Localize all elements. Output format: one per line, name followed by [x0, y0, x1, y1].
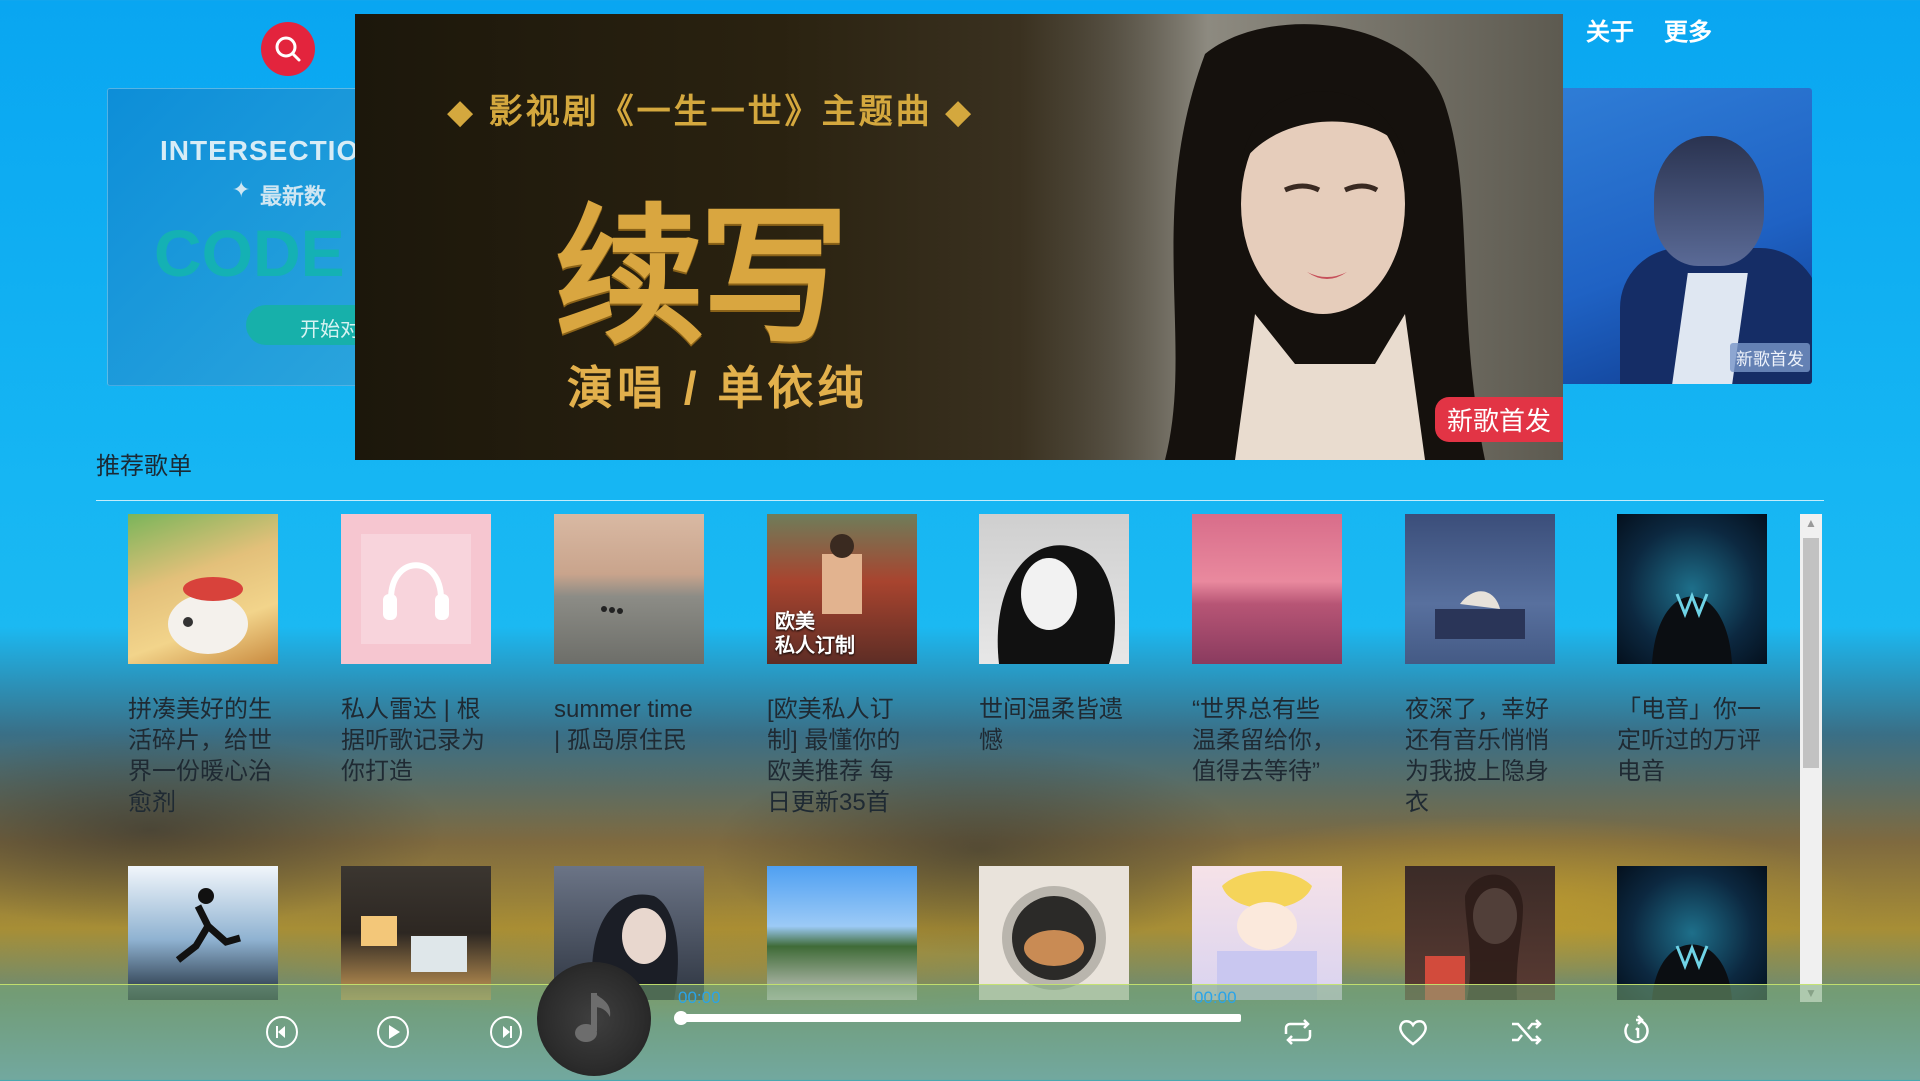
playlist-cover [1405, 514, 1555, 664]
playlist-scrollbar[interactable]: ▲ ▼ [1800, 514, 1822, 1002]
section-divider [96, 500, 1824, 501]
banner-main-subtitle: ◆ 影视剧《一生一世》主题曲 ◆ [447, 93, 975, 131]
playlist-cover [1617, 866, 1767, 1000]
search-button[interactable] [261, 22, 315, 76]
playlist-cover: 欧美 私人订制 [767, 514, 917, 664]
nav-more[interactable]: 更多 [1664, 12, 1712, 47]
banner-left-line2: 最新数 [260, 184, 327, 209]
like-button[interactable] [1395, 1014, 1431, 1050]
scroll-thumb[interactable] [1803, 538, 1819, 768]
repeat-icon [1284, 1019, 1312, 1045]
prev-button[interactable] [264, 1014, 300, 1050]
time-total: 00:00 [1194, 988, 1237, 1007]
playlist-cover [128, 514, 278, 664]
progress-knob[interactable] [674, 1011, 688, 1025]
banner-left-line3: CODE [154, 216, 345, 290]
playlist-title: 夜深了，幸好还有音乐悄悄为我披上隐身衣 [1405, 696, 1549, 816]
shuffle-button[interactable] [1508, 1014, 1544, 1050]
banner-right[interactable]: 新歌首发 [1560, 88, 1812, 384]
playlist-card[interactable]: “世界总有些温柔留给你，值得去等待” [1192, 514, 1342, 787]
repeat-one-button[interactable] [1620, 1014, 1656, 1050]
play-icon [377, 1016, 409, 1048]
banner-left[interactable]: INTERSECTION ✦ 最新数 CODE 开始对 [107, 88, 359, 386]
playlist-cover [1405, 866, 1555, 1000]
nav-about[interactable]: 关于 [1586, 12, 1634, 47]
playlist-card[interactable] [1405, 866, 1555, 1000]
playlist-badge: 欧美 私人订制 [775, 611, 855, 657]
playlist-card[interactable]: 私人雷达 | 根据听歌记录为你打造 [341, 514, 491, 787]
playlist-card[interactable]: 世间温柔皆遗憾 [979, 514, 1129, 756]
next-button[interactable] [488, 1014, 524, 1050]
banner-left-button-label: 开始对 [300, 319, 359, 341]
playlist-card[interactable]: 欧美 私人订制 [欧美私人订制] 最懂你的欧美推荐 每日更新35首 [767, 514, 917, 818]
playlist-card[interactable]: 「电音」你一定听过的万评电音 [1617, 514, 1767, 787]
banner-portrait [1055, 14, 1563, 460]
banner-right-head [1654, 136, 1764, 266]
playlist-cover [554, 514, 704, 664]
banner-left-line1: INTERSECTION [160, 135, 359, 166]
scroll-up-icon[interactable]: ▲ [1800, 514, 1822, 532]
playlist-card[interactable]: 夜深了，幸好还有音乐悄悄为我披上隐身衣 [1405, 514, 1555, 818]
playlist-cover [979, 866, 1129, 1000]
banner-main[interactable]: ◆ 影视剧《一生一世》主题曲 ◆ 续写 演唱 / 单依纯 新歌首发 [355, 14, 1563, 460]
banner-right-tag: 新歌首发 [1730, 343, 1810, 372]
playlist-title: 拼凑美好的生活碎片，给世界一份暖心治愈剂 [128, 696, 272, 816]
sparkle-icon: ✦ [232, 177, 251, 202]
playlist-title: 「电音」你一定听过的万评电音 [1617, 696, 1761, 785]
playlist-cover [128, 866, 278, 1000]
playlist-title: [欧美私人订制] 最懂你的欧美推荐 每日更新35首 [767, 696, 901, 816]
next-icon [490, 1016, 522, 1048]
banner-left-button: 开始对 [246, 305, 359, 345]
playlist-cover [1192, 514, 1342, 664]
prev-icon [266, 1016, 298, 1048]
playlist-title: summer time | 孤岛原住民 [554, 696, 693, 754]
playlist-cover [1192, 866, 1342, 1000]
banner-main-singer: 演唱 / 单依纯 [567, 362, 868, 414]
search-icon [275, 36, 301, 62]
playlist-cover [1617, 514, 1767, 664]
time-current: 00:00 [678, 988, 721, 1007]
playlist-title: 世间温柔皆遗憾 [979, 696, 1123, 754]
playlist-card[interactable] [1192, 866, 1342, 1000]
play-button[interactable] [375, 1014, 411, 1050]
banner-main-tag: 新歌首发 [1434, 397, 1563, 442]
playlist-cover [979, 514, 1129, 664]
playlist-card[interactable] [341, 866, 491, 1000]
album-disc[interactable] [537, 962, 651, 1076]
playlist-card[interactable]: 拼凑美好的生活碎片，给世界一份暖心治愈剂 [128, 514, 278, 818]
playlist-title: “世界总有些温柔留给你，值得去等待” [1192, 696, 1336, 785]
section-title: 推荐歌单 [96, 453, 192, 480]
playlist-title: 私人雷达 | 根据听歌记录为你打造 [341, 696, 485, 785]
heart-icon [1399, 1020, 1427, 1046]
playlist-cover [341, 514, 491, 664]
playlist-card[interactable] [767, 866, 917, 1000]
playlist-card[interactable]: summer time | 孤岛原住民 [554, 514, 704, 756]
playlist-card[interactable] [128, 866, 278, 1000]
playlist-card[interactable] [979, 866, 1129, 1000]
playlist-cover [767, 866, 917, 1000]
playlist-cover [341, 866, 491, 1000]
repeat-button[interactable] [1280, 1014, 1316, 1050]
playlist-card[interactable] [1617, 866, 1767, 1000]
shuffle-icon [1512, 1019, 1542, 1045]
progress-bar[interactable] [674, 1011, 1241, 1025]
music-note-icon [575, 993, 611, 1042]
repeat-one-icon [1624, 1015, 1649, 1044]
banner-main-title: 续写 [555, 189, 849, 365]
